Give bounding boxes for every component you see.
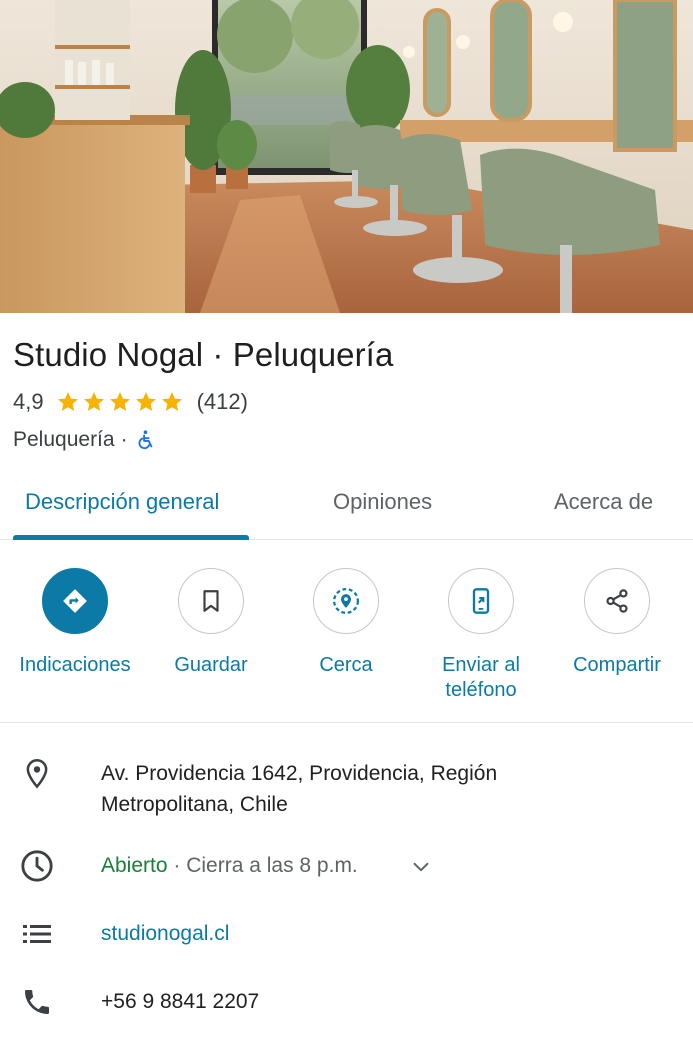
star-icon [161, 392, 182, 411]
action-bar: Indicaciones Guardar Cerca Enviar al tel… [0, 541, 693, 723]
website-row[interactable]: studionogal.cl [0, 916, 693, 952]
save-button-circle[interactable] [178, 568, 244, 634]
share-icon [606, 589, 628, 613]
salon-interior-image [0, 0, 693, 313]
rating-value: 4,9 [13, 389, 44, 414]
hours-text: Abierto · Cierra a las 8 p.m. [101, 850, 358, 881]
clock-icon [19, 848, 55, 884]
chevron-down-icon[interactable] [410, 856, 432, 878]
tab-bar: Descripción general Opiniones Acerca de [0, 472, 693, 540]
rating-row[interactable]: 4,9 (412) [13, 388, 248, 416]
star-icon [109, 392, 130, 411]
directions-button[interactable]: Indicaciones [5, 568, 145, 678]
location-pin-icon [19, 756, 55, 792]
category-label: Peluquería [13, 428, 115, 451]
separator: · [120, 428, 128, 451]
star-icon [135, 392, 156, 411]
nearby-button-circle[interactable] [313, 568, 379, 634]
review-count[interactable]: (412) [197, 389, 248, 415]
tab-about[interactable]: Acerca de [554, 489, 653, 515]
directions-icon [63, 589, 87, 613]
category-row: Peluquería · [13, 426, 156, 454]
phone-row[interactable]: +56 9 8841 2207 [0, 984, 693, 1020]
hero-photo[interactable] [0, 0, 693, 313]
address-row[interactable]: Av. Providencia 1642, Providencia, Regió… [0, 756, 693, 822]
phone-number[interactable]: +56 9 8841 2207 [101, 986, 259, 1017]
wheelchair-accessible-icon[interactable] [134, 428, 156, 452]
hours-row[interactable]: Abierto · Cierra a las 8 p.m. [0, 848, 693, 888]
star-icon [57, 392, 78, 411]
send-to-phone-button-circle[interactable] [448, 568, 514, 634]
tab-overview[interactable]: Descripción general [25, 489, 219, 515]
open-status: Abierto [101, 854, 168, 877]
nearby-label: Cerca [319, 654, 373, 676]
star-rating [55, 390, 185, 414]
website-link[interactable]: studionogal.cl [101, 918, 229, 949]
closing-time: · Cierra a las 8 p.m. [167, 854, 358, 877]
share-label: Compartir [573, 654, 661, 676]
directions-button-circle[interactable] [42, 568, 108, 634]
send-to-phone-label: Enviar al teléfono [442, 654, 520, 701]
address-text: Av. Providencia 1642, Providencia, Regió… [101, 762, 498, 816]
share-button[interactable]: Compartir [547, 568, 687, 678]
share-button-circle[interactable] [584, 568, 650, 634]
nearby-icon [333, 588, 359, 614]
star-icon [83, 392, 104, 411]
active-tab-indicator [13, 535, 249, 540]
website-list-icon [19, 916, 55, 952]
phone-icon [19, 984, 55, 1020]
place-title: Studio Nogal · Peluquería [13, 336, 394, 373]
directions-label: Indicaciones [19, 654, 131, 676]
send-to-phone-button[interactable]: Enviar al teléfono [411, 568, 551, 703]
send-to-phone-icon [472, 588, 490, 614]
save-label: Guardar [174, 654, 248, 676]
bookmark-icon [203, 590, 219, 612]
tab-reviews[interactable]: Opiniones [333, 489, 432, 515]
save-button[interactable]: Guardar [141, 568, 281, 678]
nearby-button[interactable]: Cerca [276, 568, 416, 678]
